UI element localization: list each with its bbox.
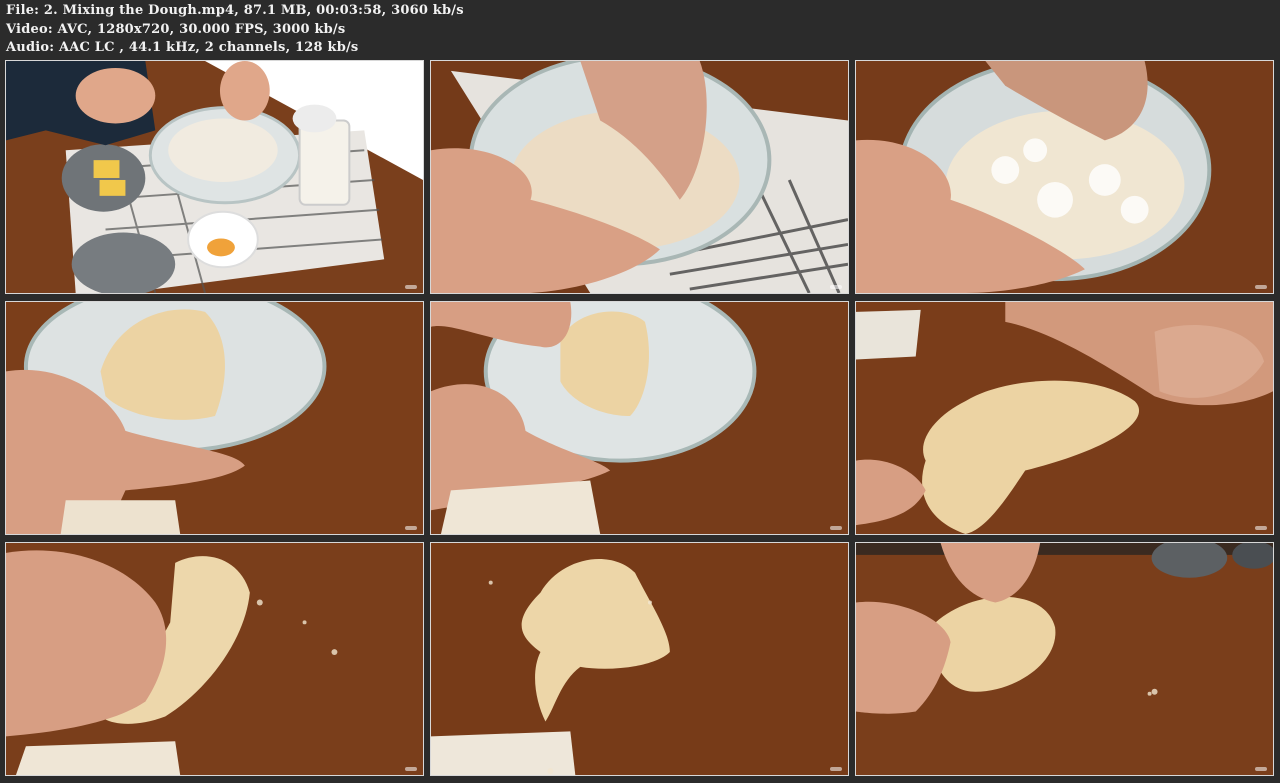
thumbnail-2-image — [431, 61, 848, 293]
watermark-icon — [830, 526, 842, 530]
thumbnail-7 — [5, 542, 424, 776]
video-info-line: Video: AVC, 1280x720, 30.000 FPS, 3000 k… — [6, 21, 346, 37]
thumbnail-3-image — [856, 61, 1273, 293]
watermark-icon — [1255, 285, 1267, 289]
thumbnail-5-image — [431, 302, 848, 534]
file-info-line: File: 2. Mixing the Dough.mp4, 87.1 MB, … — [6, 3, 464, 18]
file-info-header: File: 2. Mixing the Dough.mp4, 87.1 MB, … — [6, 2, 464, 58]
thumbnail-9-image — [856, 543, 1273, 775]
watermark-icon — [405, 526, 417, 530]
thumbnail-3 — [855, 60, 1274, 294]
thumbnail-4 — [5, 301, 424, 535]
watermark-icon — [1255, 767, 1267, 771]
thumbnail-9 — [855, 542, 1274, 776]
watermark-icon — [405, 767, 417, 771]
thumbnail-7-image — [6, 543, 423, 775]
thumbnail-1-image — [6, 61, 423, 293]
audio-info-line: Audio: AAC LC , 44.1 kHz, 2 channels, 12… — [6, 40, 359, 55]
thumbnail-5 — [430, 301, 849, 535]
thumbnail-4-image — [6, 302, 423, 534]
thumbnail-2 — [430, 60, 849, 294]
thumbnail-8 — [430, 542, 849, 776]
thumbnail-1 — [5, 60, 424, 294]
thumbnail-6 — [855, 301, 1274, 535]
thumbnail-6-image — [856, 302, 1273, 534]
watermark-icon — [830, 767, 842, 771]
watermark-icon — [405, 285, 417, 289]
watermark-icon — [1255, 526, 1267, 530]
thumbnail-8-image — [431, 543, 848, 775]
watermark-icon — [830, 285, 842, 289]
